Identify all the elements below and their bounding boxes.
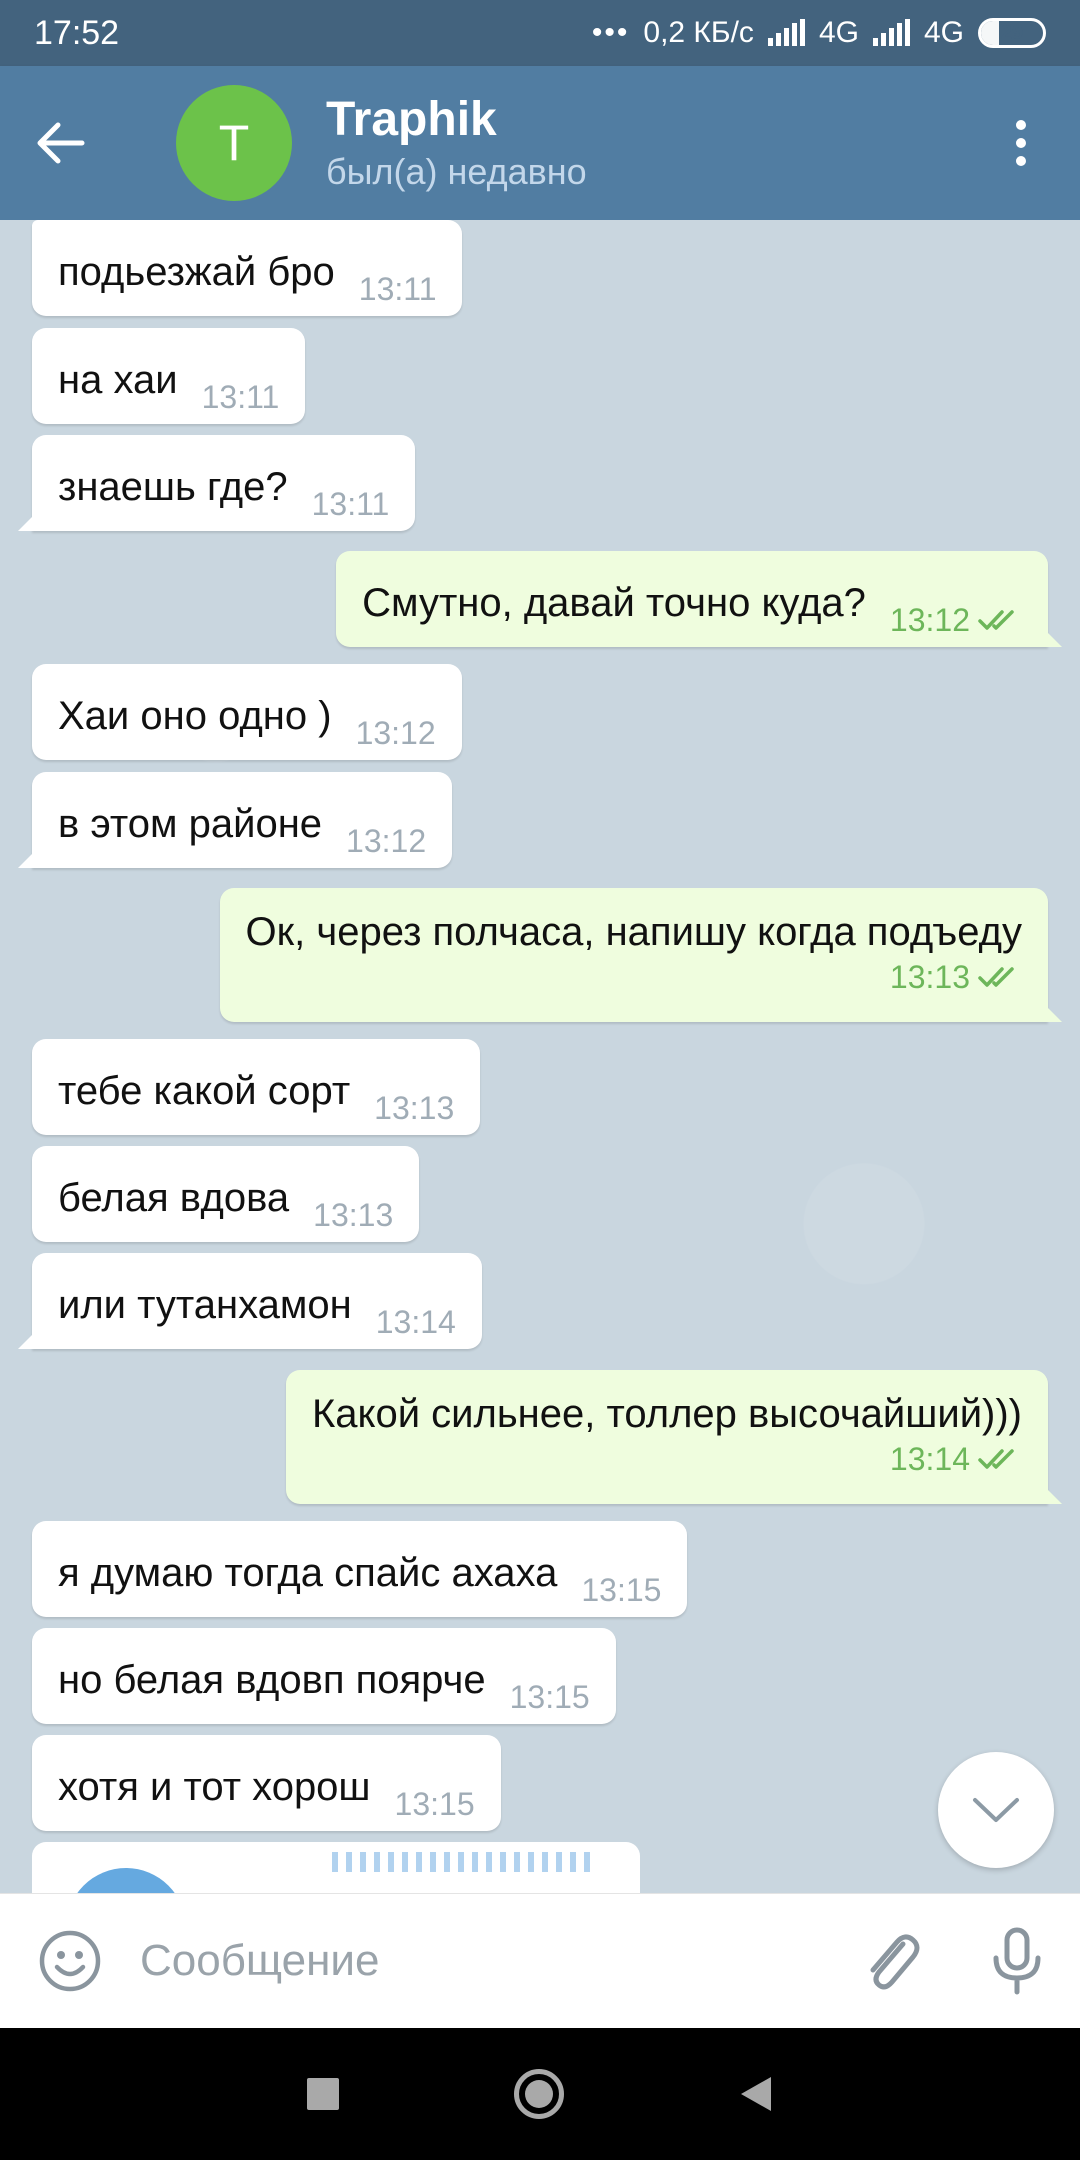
message-time: 13:11 <box>201 379 280 415</box>
message-text: или тутанхамон <box>58 1283 352 1327</box>
partial-text <box>332 1852 592 1872</box>
signal-icon <box>767 19 805 46</box>
message-outgoing[interactable]: Какой сильнее, толлер высочайший))) 13:1… <box>285 1370 1063 1504</box>
message-incoming[interactable]: Хаи оно одно ) 13:12 <box>32 664 462 760</box>
scroll-to-bottom-button[interactable] <box>938 1752 1054 1868</box>
chevron-down-icon <box>973 1798 1019 1822</box>
status-bar: 17:52 ••• 0,2 КБ/с 4G 4G 29 <box>0 0 1080 66</box>
arrow-left-icon <box>37 122 85 164</box>
message-text: но белая вдовп поярче <box>58 1658 486 1702</box>
message-time-row: 13:13 <box>246 958 1022 996</box>
network-type-2: 4G <box>923 16 964 49</box>
system-navigation-bar <box>0 2028 1080 2160</box>
message-incoming[interactable]: но белая вдовп поярче 13:15 <box>32 1628 616 1724</box>
microphone-button[interactable] <box>954 1926 1080 1996</box>
message-text: подьезжай бро <box>58 250 335 294</box>
status-time: 17:52 <box>34 13 120 52</box>
message-incoming[interactable]: подьезжай бро 13:11 <box>32 220 463 316</box>
message-incoming[interactable]: на хаи 13:11 <box>32 328 306 424</box>
network-type-1: 4G <box>818 16 859 49</box>
telegram-chat-screen: 17:52 ••• 0,2 КБ/с 4G 4G 29 T Traphik бы… <box>0 0 1080 2160</box>
more-vertical-icon[interactable] <box>976 66 1066 220</box>
message-text: в этом районе <box>58 802 323 846</box>
chat-title-block[interactable]: Traphik был(а) недавно <box>326 91 976 195</box>
battery-fill <box>981 21 999 45</box>
message-time: 13:13 <box>374 1090 455 1126</box>
double-check-icon <box>978 967 1014 987</box>
message-time-status: 13:13 <box>890 958 1022 996</box>
emoji-button[interactable] <box>0 1929 140 1993</box>
message-incoming[interactable]: хотя и тот хорош 13:15 <box>32 1735 501 1831</box>
message-time: 13:11 <box>311 486 390 522</box>
message-text: Смутно, давай точно куда? <box>362 581 866 625</box>
message-time: 13:13 <box>889 959 970 995</box>
microphone-icon <box>993 1927 1041 1995</box>
signal-icon-2 <box>872 19 910 46</box>
message-input[interactable] <box>140 1921 828 2001</box>
message-incoming[interactable]: тебе какой сорт 13:13 <box>32 1039 481 1135</box>
message-composer <box>0 1893 1080 2028</box>
chat-status: был(а) недавно <box>326 151 587 192</box>
message-outgoing[interactable]: Смутно, давай точно куда? 13:12 <box>336 551 1062 647</box>
message-time: 13:14 <box>889 1441 970 1477</box>
message-text: белая вдова <box>58 1176 290 1220</box>
message-text: на хаи <box>58 358 178 402</box>
message-time: 13:15 <box>581 1572 662 1608</box>
emoji-icon <box>39 1930 101 1992</box>
message-time: 13:11 <box>358 271 437 307</box>
message-time: 13:15 <box>509 1679 590 1715</box>
more-dots-icon: ••• <box>591 16 630 49</box>
chat-header: T Traphik был(а) недавно <box>0 66 1080 220</box>
battery-icon: 29 <box>978 18 1046 48</box>
message-list[interactable]: подьезжай бро 13:11 на хаи 13:11 знаешь … <box>0 220 1080 1893</box>
avatar[interactable]: T <box>176 85 292 201</box>
double-check-icon <box>978 1449 1014 1469</box>
back-triangle-icon[interactable] <box>739 2075 773 2113</box>
message-incoming[interactable]: в этом районе 13:12 <box>17 772 453 868</box>
message-time-status: 13:14 <box>890 1440 1022 1478</box>
message-text: Хаи оно одно ) <box>58 694 332 738</box>
message-outgoing[interactable]: Ок, через полчаса, напишу когда подъеду … <box>219 888 1063 1022</box>
message-text: Ок, через полчаса, напишу когда подъеду <box>245 910 1022 954</box>
message-time: 13:15 <box>394 1786 475 1822</box>
back-button[interactable] <box>0 66 120 220</box>
message-time: 13:12 <box>889 602 970 638</box>
double-check-icon <box>978 610 1014 630</box>
attach-button[interactable] <box>828 1926 954 1996</box>
chat-title: Traphik <box>326 93 497 146</box>
message-time: 13:14 <box>375 1304 456 1340</box>
message-incoming[interactable]: белая вдова 13:13 <box>32 1146 420 1242</box>
status-indicators: ••• 0,2 КБ/с 4G 4G 29 <box>592 16 1046 50</box>
message-time: 13:13 <box>313 1197 394 1233</box>
message-text: я думаю тогда спайс ахаха <box>58 1551 558 1595</box>
message-text: Какой сильнее, толлер высочайший))) <box>311 1392 1022 1436</box>
network-speed: 0,2 КБ/с <box>643 16 754 49</box>
paperclip-icon <box>870 1934 920 1990</box>
home-button-dot <box>524 2080 553 2108</box>
recents-button[interactable] <box>307 2078 340 2110</box>
message-time: 13:12 <box>355 715 436 751</box>
message-text: знаешь где? <box>58 465 288 509</box>
message-text: хотя и тот хорош <box>58 1765 371 1809</box>
message-time: 13:12 <box>346 823 427 859</box>
message-time-status: 13:12 <box>890 601 1022 639</box>
message-incoming[interactable]: или тутанхамон 13:14 <box>18 1253 482 1349</box>
battery-percent: 29 <box>1000 21 1024 44</box>
message-text: тебе какой сорт <box>58 1069 351 1113</box>
message-time-row: 13:14 <box>312 1440 1022 1478</box>
home-button[interactable] <box>513 2069 564 2119</box>
message-incoming[interactable]: я думаю тогда спайс ахаха 13:15 <box>32 1521 688 1617</box>
message-incoming[interactable]: знаешь где? 13:11 <box>17 435 416 531</box>
